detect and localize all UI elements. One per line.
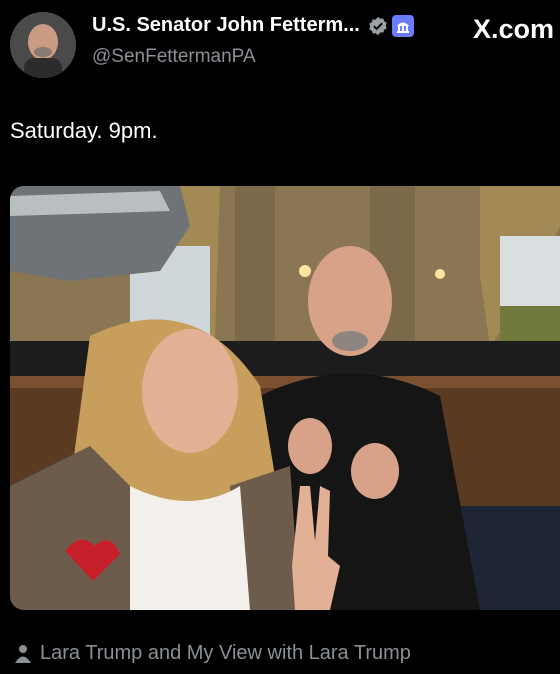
tweet-text: Saturday. 9pm. <box>10 118 158 143</box>
tweet-header: U.S. Senator John Fetterm... @SenFetterm… <box>0 0 560 100</box>
government-badge-icon <box>391 14 414 37</box>
person-tag-icon <box>15 644 31 663</box>
avatar-image <box>10 12 76 78</box>
name-row: U.S. Senator John Fetterm... <box>92 14 414 37</box>
x-logo-icon: X.com <box>473 14 554 45</box>
photo-illustration <box>10 186 560 610</box>
avatar[interactable] <box>10 12 76 78</box>
verified-icon <box>369 16 387 35</box>
media-tag-row[interactable]: Lara Trump and My View with Lara Trump <box>14 642 411 665</box>
tweet-photo[interactable] <box>10 186 560 610</box>
media-tag-text: Lara Trump and My View with Lara Trump <box>40 642 411 664</box>
brand-label: X.com <box>472 14 554 44</box>
display-name[interactable]: U.S. Senator John Fetterm... <box>92 14 360 37</box>
handle[interactable]: @SenFettermanPA <box>92 46 256 68</box>
